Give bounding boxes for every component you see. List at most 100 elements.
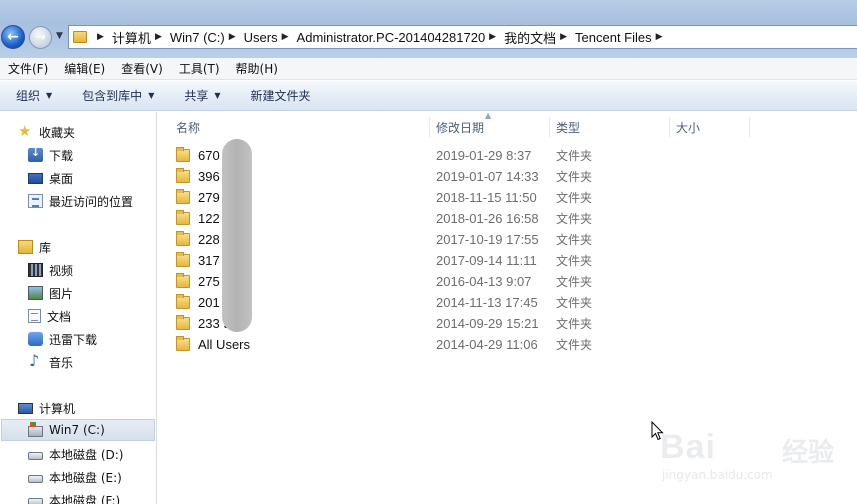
- table-row[interactable]: 201 953 2014-11-13 17:45 文件夹: [158, 292, 857, 313]
- hard-drive-icon: [28, 452, 43, 460]
- table-row[interactable]: 670 30 2019-01-29 8:37 文件夹: [158, 145, 857, 166]
- nav-item-recent-places[interactable]: 最近访问的位置: [28, 190, 133, 212]
- breadcrumb-my-documents[interactable]: 我的文档: [504, 28, 556, 47]
- file-date: 2014-09-29 15:21: [436, 316, 539, 331]
- breadcrumb-tencent-files[interactable]: Tencent Files: [575, 30, 652, 45]
- system-drive-icon: [28, 421, 43, 437]
- nav-item-desktop[interactable]: 桌面: [28, 167, 73, 189]
- file-type: 文件夹: [556, 149, 593, 163]
- arrow-right-icon: →: [35, 30, 46, 45]
- file-date: 2017-09-14 11:11: [436, 253, 537, 268]
- caret-down-icon: ▼: [46, 91, 53, 100]
- desktop-icon: [28, 173, 43, 184]
- file-type: 文件夹: [556, 275, 593, 289]
- file-name: All Users: [198, 337, 251, 352]
- file-type: 文件夹: [556, 170, 593, 184]
- nav-item-thunder-downloads[interactable]: 迅雷下载: [28, 328, 97, 350]
- file-type: 文件夹: [556, 317, 593, 331]
- nav-item-music[interactable]: 音乐: [28, 351, 73, 373]
- folder-icon: [176, 189, 190, 204]
- folder-icon: [176, 315, 190, 330]
- baidu-jingyan-watermark: Bai 经验 jingyan.baidu.com: [660, 428, 850, 498]
- folder-icon: [176, 273, 190, 288]
- caret-down-icon: ▼: [148, 91, 155, 100]
- breadcrumb-administrator[interactable]: Administrator.PC-201404281720: [297, 30, 486, 45]
- chevron-right-icon[interactable]: ▶: [155, 32, 162, 42]
- nav-item-pictures[interactable]: 图片: [28, 282, 73, 304]
- menu-help[interactable]: 帮助(H): [236, 60, 278, 77]
- folder-icon: [176, 294, 190, 309]
- chevron-right-icon[interactable]: ▶: [489, 32, 496, 42]
- table-row[interactable]: 317 41 2017-09-14 11:11 文件夹: [158, 250, 857, 271]
- menu-tools[interactable]: 工具(T): [179, 60, 220, 77]
- table-row[interactable]: 396 68 2019-01-07 14:33 文件夹: [158, 166, 857, 187]
- chevron-right-icon[interactable]: ▶: [229, 32, 236, 42]
- command-bar: 组织 ▼ 包含到库中 ▼ 共享 ▼ 新建文件夹: [0, 81, 857, 111]
- back-button[interactable]: ←: [1, 25, 25, 49]
- column-header-size[interactable]: 大小: [670, 117, 750, 137]
- watermark-brand: Bai: [660, 428, 716, 466]
- breadcrumb-computer[interactable]: 计算机: [112, 28, 151, 47]
- table-row[interactable]: All Users 2014-04-29 11:06 文件夹: [158, 334, 857, 355]
- table-row[interactable]: 228 619 2017-10-19 17:55 文件夹: [158, 229, 857, 250]
- file-date: 2019-01-29 8:37: [436, 148, 532, 163]
- nav-item-documents[interactable]: 文档: [28, 305, 71, 327]
- nav-favorites[interactable]: 收藏夹: [18, 121, 75, 143]
- breadcrumb[interactable]: ▶ 计算机 ▶ Win7 (C:) ▶ Users ▶ Administrato…: [68, 25, 857, 49]
- chevron-right-icon[interactable]: ▶: [560, 32, 567, 42]
- nav-item-videos[interactable]: 视频: [28, 259, 73, 281]
- table-row[interactable]: 233 97 2014-09-29 15:21 文件夹: [158, 313, 857, 334]
- menu-file[interactable]: 文件(F): [8, 60, 48, 77]
- computer-icon: [18, 402, 33, 414]
- column-header-name[interactable]: 名称: [170, 117, 430, 137]
- nav-libraries[interactable]: 库: [18, 236, 51, 258]
- folder-icon: [176, 210, 190, 225]
- recent-pages-dropdown[interactable]: ▼: [56, 31, 63, 41]
- include-in-library-button[interactable]: 包含到库中 ▼: [82, 87, 154, 104]
- pictures-library-icon: [28, 286, 43, 300]
- nav-item-drive-d[interactable]: 本地磁盘 (D:): [28, 443, 123, 465]
- nav-computer[interactable]: 计算机: [18, 397, 75, 419]
- column-header-date-modified[interactable]: 修改日期: [430, 117, 550, 137]
- redaction-blur: [222, 139, 252, 332]
- hard-drive-icon: [28, 475, 43, 483]
- download-folder-icon: [28, 146, 43, 162]
- nav-item-downloads[interactable]: 下载: [28, 144, 73, 166]
- caret-down-icon: ▼: [214, 91, 221, 100]
- hard-drive-icon: [28, 498, 43, 504]
- nav-item-drive-f[interactable]: 本地磁盘 (F:): [28, 489, 120, 504]
- breadcrumb-users[interactable]: Users: [244, 30, 278, 45]
- folder-icon: [176, 168, 190, 183]
- forward-button[interactable]: →: [29, 26, 52, 49]
- file-date: 2016-04-13 9:07: [436, 274, 532, 289]
- chevron-right-icon[interactable]: ▶: [282, 32, 289, 42]
- menu-edit[interactable]: 编辑(E): [64, 60, 105, 77]
- column-header-type[interactable]: 类型: [550, 117, 670, 137]
- nav-item-drive-e[interactable]: 本地磁盘 (E:): [28, 466, 122, 488]
- file-date: 2018-01-26 16:58: [436, 211, 539, 226]
- chevron-right-icon[interactable]: ▶: [656, 32, 663, 42]
- folder-icon: [176, 231, 190, 246]
- table-row[interactable]: 275 085 2016-04-13 9:07 文件夹: [158, 271, 857, 292]
- file-date: 2018-11-15 11:50: [436, 190, 537, 205]
- address-bar: ← → ▼ ▶ 计算机 ▶ Win7 (C:) ▶ Users ▶ Admini…: [0, 0, 857, 58]
- breadcrumb-drive-c[interactable]: Win7 (C:): [170, 30, 225, 45]
- library-icon: [18, 240, 33, 254]
- new-folder-button[interactable]: 新建文件夹: [251, 87, 311, 104]
- nav-item-drive-c[interactable]: Win7 (C:): [1, 419, 155, 441]
- folder-icon: [176, 336, 190, 351]
- menu-view[interactable]: 查看(V): [121, 60, 163, 77]
- share-button[interactable]: 共享 ▼: [184, 87, 220, 104]
- file-type: 文件夹: [556, 191, 593, 205]
- recent-places-icon: [28, 194, 43, 208]
- folder-icon: [73, 31, 87, 43]
- folder-icon: [176, 147, 190, 162]
- table-row[interactable]: 279 767 2018-11-15 11:50 文件夹: [158, 187, 857, 208]
- file-type: 文件夹: [556, 233, 593, 247]
- star-icon: [18, 122, 33, 140]
- file-type: 文件夹: [556, 338, 593, 352]
- menu-bar: 文件(F) 编辑(E) 查看(V) 工具(T) 帮助(H): [0, 58, 857, 80]
- organize-button[interactable]: 组织 ▼: [16, 87, 52, 104]
- table-row[interactable]: 122 76 2018-01-26 16:58 文件夹: [158, 208, 857, 229]
- chevron-right-icon[interactable]: ▶: [97, 32, 104, 42]
